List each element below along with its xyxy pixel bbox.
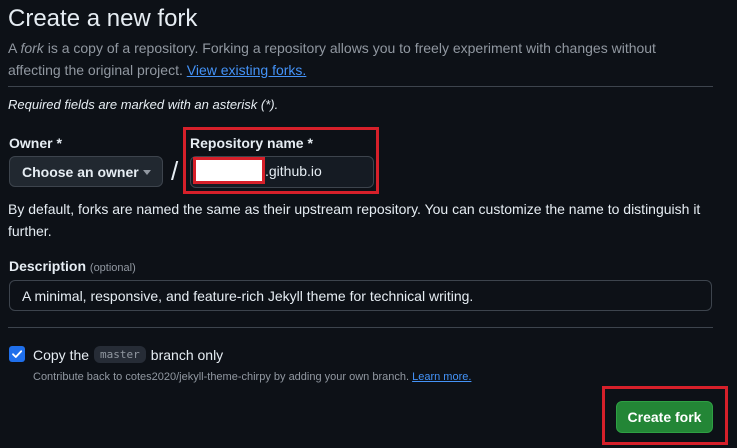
chevron-down-icon [143,170,151,175]
owner-label: Owner * [9,135,62,151]
intro-text: is a copy of a repository. Forking a rep… [8,40,656,78]
owner-dropdown-button[interactable]: Choose an owner [9,156,163,187]
divider [8,327,713,328]
intro-fork-word: fork [20,40,44,56]
copy-branch-suffix: branch only [150,346,224,363]
copy-branch-prefix: Copy the [33,346,90,363]
copy-branch-label[interactable]: Copy the master branch only [33,346,223,363]
page-title: Create a new fork [8,5,198,32]
create-fork-page: Create a new fork A fork is a copy of a … [0,0,737,448]
owner-repo-separator: / [171,156,179,186]
description-value: A minimal, responsive, and feature-rich … [22,287,474,304]
repository-highlight-box [183,127,379,194]
required-fields-note: Required fields are marked with an aster… [8,97,279,112]
branch-name-code: master [94,346,146,363]
description-label-text: Description [9,258,87,274]
owner-dropdown-label: Choose an owner [22,163,139,180]
copy-branch-checkbox[interactable] [9,346,25,362]
checkmark-icon [12,350,23,358]
contribute-note-text: Contribute back to cotes2020/jekyll-them… [33,371,410,383]
description-label: Description (optional) [9,258,136,274]
contribute-note: Contribute back to cotes2020/jekyll-them… [33,371,471,383]
divider [8,86,713,87]
learn-more-link[interactable]: Learn more. [412,371,471,383]
fork-name-helper-text: By default, forks are named the same as … [8,201,701,239]
page-intro: A fork is a copy of a repository. Forkin… [8,37,708,81]
intro-prefix: A [8,40,21,56]
optional-tag: (optional) [89,262,136,274]
create-fork-highlight-box [602,386,728,445]
description-input[interactable]: A minimal, responsive, and feature-rich … [9,280,712,311]
view-existing-forks-link[interactable]: View existing forks. [187,62,307,78]
